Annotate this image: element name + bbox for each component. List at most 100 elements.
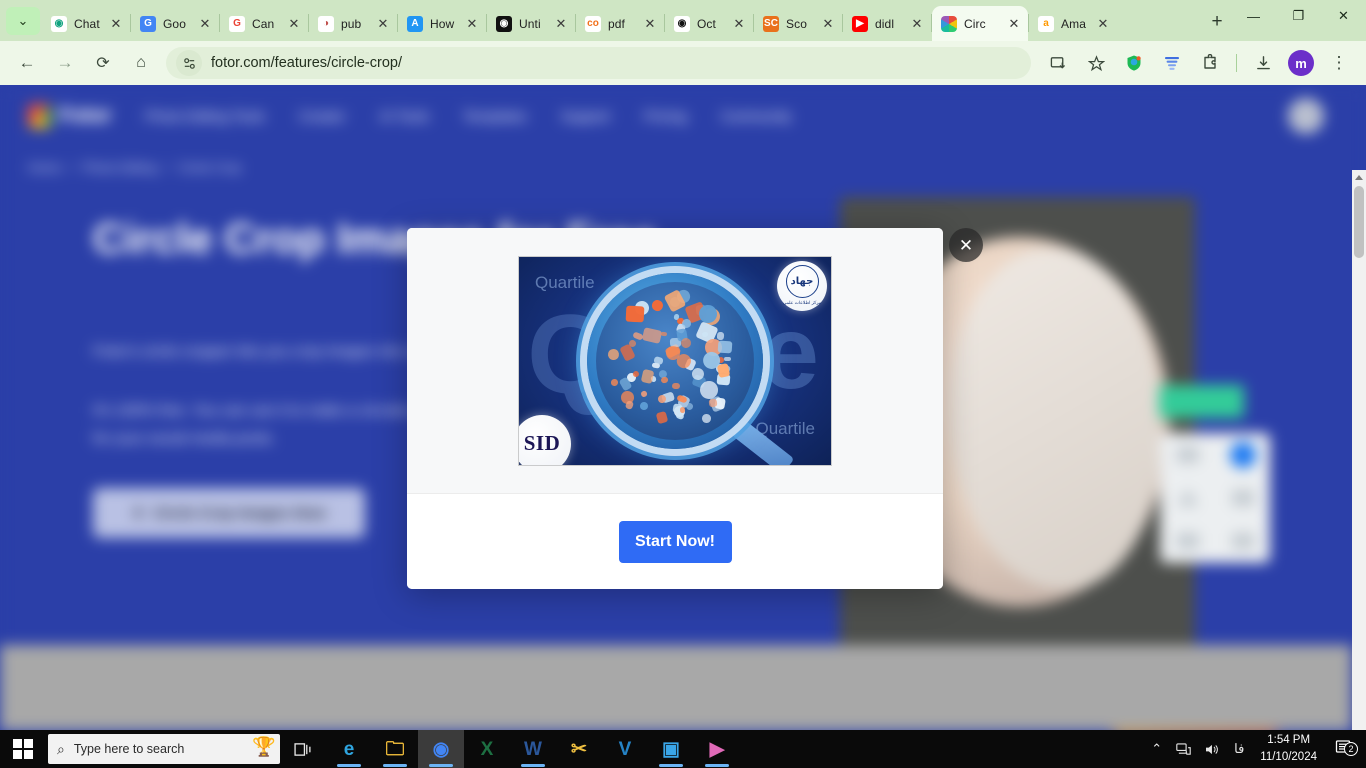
tab-close-icon[interactable]: ✕	[108, 16, 124, 32]
forward-button[interactable]: →	[50, 48, 80, 78]
extensions-puzzle-icon[interactable]	[1195, 48, 1225, 78]
start-button[interactable]	[0, 730, 46, 768]
tab-close-icon[interactable]: ✕	[731, 16, 747, 32]
modal-close-button[interactable]: ✕	[949, 228, 983, 262]
taskbar-word-button[interactable]: W	[510, 730, 556, 768]
tab-title: Chat	[74, 16, 100, 31]
tab-title: Circ	[964, 16, 986, 31]
notification-center-button[interactable]: 2	[1326, 739, 1360, 759]
tab-close-icon[interactable]: ✕	[375, 16, 391, 32]
browser-tab[interactable]: G Goo ✕	[131, 6, 219, 41]
taskbar-photos-button[interactable]: ▣	[648, 730, 694, 768]
reading-list-icon[interactable]	[1157, 48, 1187, 78]
close-window-button[interactable]: ✕	[1321, 0, 1366, 32]
toolbar-divider	[1236, 54, 1237, 72]
tab-title: Unti	[519, 16, 541, 31]
tab-search-button[interactable]: ⌄	[6, 7, 40, 35]
home-button[interactable]: ⌂	[126, 48, 156, 78]
back-button[interactable]: ←	[12, 48, 42, 78]
search-trophy-icon: 🏆	[252, 737, 276, 758]
browser-tab[interactable]: ◉ Oct ✕	[665, 6, 753, 41]
volume-icon[interactable]	[1198, 743, 1227, 756]
tray-expand-icon[interactable]: ⌃	[1144, 741, 1169, 757]
artwork-icon-element	[606, 347, 620, 361]
amazon-icon: a	[1038, 15, 1054, 32]
artwork-icon-element	[665, 346, 680, 360]
taskbar-clock[interactable]: 1:54 PM 11/10/2024	[1251, 732, 1326, 765]
shield-extension-icon[interactable]	[1119, 48, 1149, 78]
browser-tab[interactable]: ◉ Unti ✕	[487, 6, 575, 41]
reload-button[interactable]: ⟳	[88, 48, 118, 78]
maximize-icon: ❐	[1292, 8, 1305, 23]
more-vertical-icon: ⋮	[1330, 53, 1348, 72]
artwork-icon-element	[624, 400, 634, 410]
artwork-icon-element	[707, 397, 717, 407]
plus-icon: +	[1211, 11, 1223, 32]
tab-title: Can	[252, 16, 275, 31]
new-tab-button[interactable]: +	[1203, 8, 1231, 36]
site-info-icon[interactable]	[176, 50, 202, 76]
taskbar-snipping-tool-button[interactable]: ✂	[556, 730, 602, 768]
tab-close-icon[interactable]: ✕	[464, 16, 480, 32]
seal-caption: مرکز اطلاعات علمی	[782, 300, 822, 305]
modal-artwork-image[interactable]: Quartile Q le Quartile جهاد مرکز اطلاعات…	[519, 256, 831, 465]
taskbar-media-player-button[interactable]: ▶	[694, 730, 740, 768]
language-indicator[interactable]: فا	[1227, 741, 1251, 757]
profile-initial: m	[1295, 55, 1307, 71]
modal-image-area: Quartile Q le Quartile جهاد مرکز اطلاعات…	[407, 228, 943, 494]
downloads-icon[interactable]	[1248, 48, 1278, 78]
install-app-icon[interactable]	[1043, 48, 1073, 78]
tab-close-icon[interactable]: ✕	[1006, 16, 1022, 32]
browser-tab[interactable]: ▶ didl ✕	[843, 6, 931, 41]
task-view-button[interactable]	[280, 730, 326, 768]
browser-tab[interactable]: A How ✕	[398, 6, 486, 41]
jahad-seal-badge: جهاد مرکز اطلاعات علمی	[777, 260, 827, 311]
chatgpt-icon: ◉	[51, 15, 67, 32]
taskbar-vpn-button[interactable]: V	[602, 730, 648, 768]
taskbar-edge-button[interactable]: e	[326, 730, 372, 768]
oo-icon: co	[585, 15, 601, 32]
tab-close-icon[interactable]: ✕	[197, 16, 213, 32]
tab-close-icon[interactable]: ✕	[1095, 16, 1111, 32]
maximize-button[interactable]: ❐	[1276, 0, 1321, 32]
taskbar-chrome-button[interactable]: ◉	[418, 730, 464, 768]
taskbar-file-explorer-button[interactable]: 🗀	[372, 730, 418, 768]
taskbar-search-placeholder: Type here to search	[73, 742, 185, 756]
artwork-watermark-top: Quartile	[535, 272, 595, 292]
taskbar-excel-button[interactable]: X	[464, 730, 510, 768]
artwork-icon-element	[679, 406, 685, 413]
browser-tab[interactable]: co pdf ✕	[576, 6, 664, 41]
bookmark-star-icon[interactable]	[1081, 48, 1111, 78]
excel-icon: X	[480, 738, 494, 760]
chrome-icon: ◉	[432, 738, 450, 760]
start-now-button[interactable]: Start Now!	[618, 520, 732, 563]
browser-tab[interactable]: SC Sco ✕	[754, 6, 842, 41]
github-icon: ◉	[674, 15, 690, 32]
browser-tab-active[interactable]: Circ ✕	[932, 6, 1028, 41]
address-bar[interactable]: fotor.com/features/circle-crop/	[166, 47, 1031, 79]
magnifier-lens-icon	[587, 272, 763, 449]
minimize-icon: —	[1247, 8, 1260, 24]
close-icon: ✕	[958, 235, 974, 255]
tab-close-icon[interactable]: ✕	[820, 16, 836, 32]
taskbar-search-box[interactable]: ⌕ Type here to search 🏆	[48, 734, 280, 764]
artwork-icon-element	[660, 375, 669, 383]
tab-close-icon[interactable]: ✕	[553, 16, 569, 32]
profile-avatar[interactable]: m	[1288, 50, 1314, 76]
tab-close-icon[interactable]: ✕	[909, 16, 925, 32]
chrome-menu-button[interactable]: ⋮	[1324, 48, 1354, 78]
minimize-button[interactable]: —	[1231, 0, 1276, 32]
artwork-icon-element	[655, 411, 669, 425]
tab-close-icon[interactable]: ✕	[286, 16, 302, 32]
browser-tab[interactable]: a Ama ✕	[1029, 6, 1117, 41]
artwork-icon-element	[679, 337, 693, 350]
system-tray: ⌃ فا 1:54 PM 11/10/2024 2	[1144, 730, 1366, 768]
tab-close-icon[interactable]: ✕	[642, 16, 658, 32]
tab-title: Goo	[163, 16, 186, 31]
browser-tab[interactable]: G Can ✕	[220, 6, 308, 41]
windows-logo-icon	[13, 739, 33, 759]
toolbar-right-actions: m ⋮	[1039, 48, 1358, 78]
browser-tab[interactable]: ◑ pub ✕	[309, 6, 397, 41]
network-icon[interactable]	[1169, 742, 1198, 756]
browser-tab[interactable]: ◉ Chat ✕	[42, 6, 130, 41]
